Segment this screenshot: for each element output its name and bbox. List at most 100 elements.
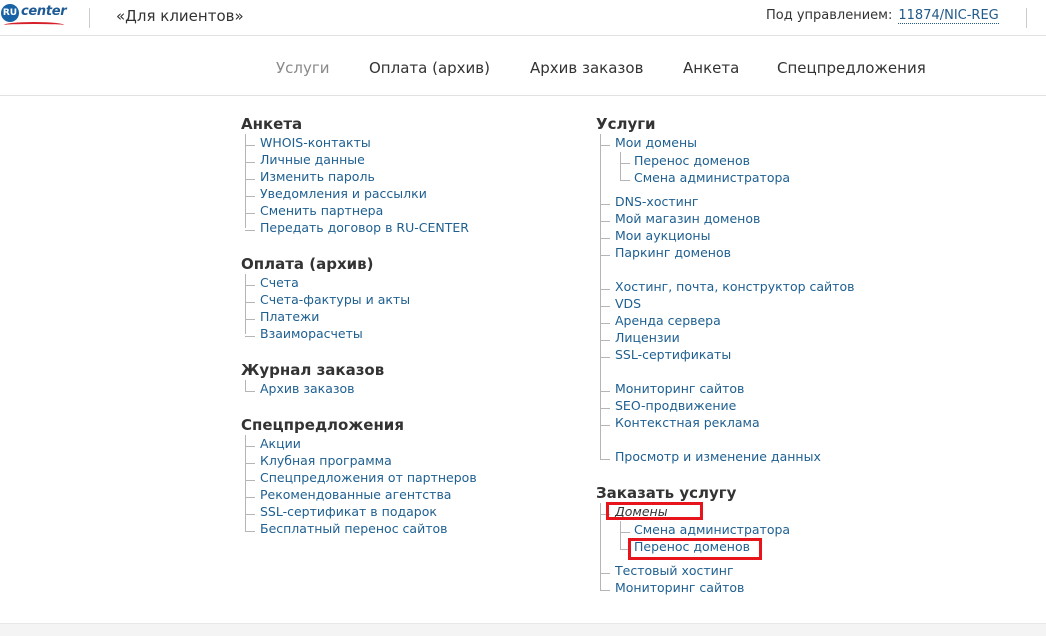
- tree-branch: [245, 514, 255, 515]
- tree-branch: [600, 221, 610, 222]
- link-test-hosting[interactable]: Тестовый хостинг: [615, 563, 734, 579]
- link-seo[interactable]: SEO-продвижение: [615, 398, 736, 414]
- nav-profile[interactable]: Анкета: [683, 59, 739, 77]
- tree-branch: [245, 145, 255, 146]
- link-domain-transfer[interactable]: Перенос доменов: [634, 153, 750, 169]
- tree-line: [245, 435, 246, 531]
- header-divider-right: [1026, 8, 1027, 28]
- link-orders-archive[interactable]: Архив заказов: [260, 381, 355, 397]
- nav-payment-archive[interactable]: Оплата (архив): [369, 59, 490, 77]
- offers-section-title: Спецпредложения: [241, 416, 404, 434]
- tree-line: [245, 380, 246, 391]
- tree-branch: [245, 391, 255, 392]
- link-promotions[interactable]: Акции: [260, 436, 301, 452]
- link-free-site-transfer[interactable]: Бесплатный перенос сайтов: [260, 521, 448, 537]
- link-domain-parking[interactable]: Паркинг доменов: [615, 245, 731, 261]
- tree-branch: [600, 255, 610, 256]
- link-order-site-monitoring[interactable]: Мониторинг сайтов: [615, 580, 744, 596]
- tree-line: [245, 274, 246, 334]
- profile-section-title: Анкета: [241, 115, 303, 133]
- tree-branch: [245, 497, 255, 498]
- managed-by-link[interactable]: 11874/NIC-REG: [898, 8, 999, 24]
- tree-line: [600, 134, 601, 459]
- link-invoices[interactable]: Счета: [260, 275, 299, 291]
- link-change-partner[interactable]: Сменить партнера: [260, 203, 383, 219]
- tree-branch: [600, 408, 610, 409]
- link-personal-data[interactable]: Личные данные: [260, 152, 365, 168]
- ru-center-logo[interactable]: RU center: [0, 2, 67, 28]
- header-divider: [89, 8, 90, 28]
- link-vds[interactable]: VDS: [615, 296, 641, 312]
- tree-branch: [245, 162, 255, 163]
- tree-branch: [245, 285, 255, 286]
- link-auctions[interactable]: Мои аукционы: [615, 228, 710, 244]
- tree-branch: [600, 306, 610, 307]
- link-club-program[interactable]: Клубная программа: [260, 453, 392, 469]
- tree-branch: [600, 238, 610, 239]
- top-header: RU center «Для клиентов» Под управлением…: [0, 0, 1046, 36]
- tree-branch: [620, 163, 630, 164]
- tree-branch: [245, 213, 255, 214]
- tree-branch: [245, 302, 255, 303]
- tree-line: [620, 521, 621, 550]
- tree-branch: [600, 425, 610, 426]
- link-transfer-contract[interactable]: Передать договор в RU-CENTER: [260, 220, 469, 236]
- link-domain-shop[interactable]: Мой магазин доменов: [615, 211, 760, 227]
- link-change-password[interactable]: Изменить пароль: [260, 169, 375, 185]
- tree-branch: [600, 145, 610, 146]
- main-nav: Услуги Оплата (архив) Архив заказов Анке…: [0, 36, 1046, 96]
- order-service-section-title: Заказать услугу: [596, 484, 737, 502]
- tree-branch: [245, 531, 255, 532]
- tree-branch: [600, 289, 610, 290]
- tree-branch: [620, 180, 630, 181]
- link-dns-hosting[interactable]: DNS-хостинг: [615, 194, 698, 210]
- tree-line: [600, 503, 601, 591]
- nav-special-offers[interactable]: Спецпредложения: [777, 59, 926, 77]
- client-area-title: «Для клиентов»: [116, 7, 244, 25]
- link-notifications[interactable]: Уведомления и рассылки: [260, 186, 427, 202]
- link-order-admin-change[interactable]: Смена администратора: [634, 522, 790, 538]
- link-hosting-mail-builder[interactable]: Хостинг, почта, конструктор сайтов: [615, 279, 854, 295]
- managed-by: Под управлением: 11874/NIC-REG: [766, 8, 999, 24]
- tree-branch: [600, 204, 610, 205]
- logo-wordmark: center: [21, 4, 67, 19]
- managed-by-label: Под управлением:: [766, 8, 893, 23]
- link-my-domains[interactable]: Мои домены: [615, 135, 697, 151]
- tree-branch: [600, 391, 610, 392]
- link-recommended-agencies[interactable]: Рекомендованные агентства: [260, 487, 451, 503]
- tree-branch: [600, 459, 610, 460]
- link-licenses[interactable]: Лицензии: [615, 330, 680, 346]
- tree-branch: [245, 230, 255, 231]
- link-whois-contacts[interactable]: WHOIS-контакты: [260, 135, 371, 151]
- link-settlements[interactable]: Взаиморасчеты: [260, 326, 363, 342]
- orders-section-title: Журнал заказов: [241, 361, 385, 379]
- services-section-title: Услуги: [596, 115, 656, 133]
- highlight-domains-box: [606, 502, 703, 520]
- tree-line: [620, 152, 621, 180]
- logo-swoosh-icon: [4, 22, 64, 28]
- link-ssl-certificates[interactable]: SSL-сертификаты: [615, 347, 731, 363]
- tree-branch: [245, 480, 255, 481]
- tree-branch: [245, 463, 255, 464]
- link-tax-invoices[interactable]: Счета-фактуры и акты: [260, 292, 410, 308]
- tree-branch: [600, 590, 610, 591]
- link-payments[interactable]: Платежи: [260, 309, 319, 325]
- tree-branch: [245, 336, 255, 337]
- link-view-edit-data[interactable]: Просмотр и изменение данных: [615, 449, 821, 465]
- tree-branch: [600, 323, 610, 324]
- link-context-ads[interactable]: Контекстная реклама: [615, 415, 760, 431]
- tree-branch: [245, 319, 255, 320]
- link-partner-offers[interactable]: Спецпредложения от партнеров: [260, 470, 477, 486]
- nav-orders-archive[interactable]: Архив заказов: [530, 59, 643, 77]
- nav-services[interactable]: Услуги: [276, 59, 329, 77]
- link-site-monitoring[interactable]: Мониторинг сайтов: [615, 381, 744, 397]
- link-server-rent[interactable]: Аренда сервера: [615, 313, 721, 329]
- tree-branch: [245, 179, 255, 180]
- tree-branch: [245, 196, 255, 197]
- link-ssl-gift[interactable]: SSL-сертификат в подарок: [260, 504, 437, 520]
- tree-branch: [600, 340, 610, 341]
- tree-branch: [620, 532, 630, 533]
- payment-section-title: Оплата (архив): [241, 255, 374, 273]
- link-admin-change[interactable]: Смена администратора: [634, 170, 790, 186]
- tree-branch: [600, 573, 610, 574]
